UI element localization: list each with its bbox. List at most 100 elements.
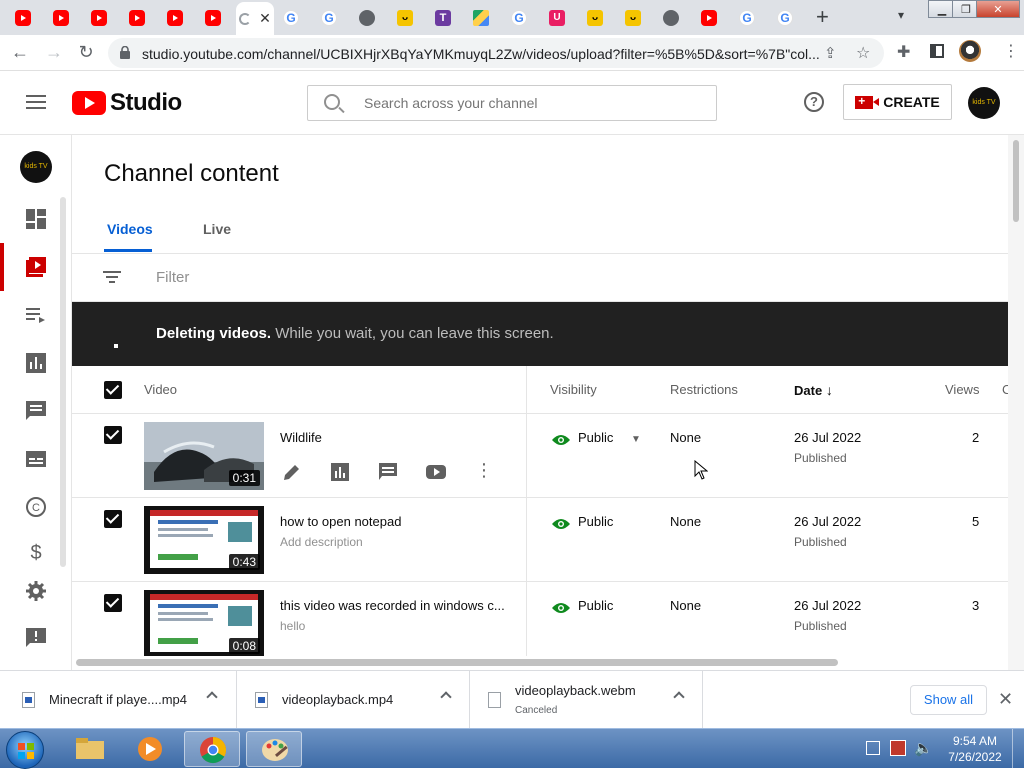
video-title[interactable]: how to open notepad <box>280 514 512 529</box>
video-description[interactable]: hello <box>280 619 305 633</box>
table-row[interactable]: 0:43 how to open notepad Add description… <box>72 498 1008 582</box>
subtitles-icon[interactable] <box>25 448 47 470</box>
chrome-taskbar-icon[interactable] <box>184 731 240 767</box>
tab-close-icon[interactable]: ✕ <box>259 10 271 27</box>
browser-tab[interactable]: ᴗ <box>576 4 614 31</box>
column-views[interactable]: Views <box>945 382 979 397</box>
download-item[interactable]: videoplayback.mp4 <box>237 671 470 729</box>
browser-tab[interactable]: ᴗ <box>386 4 424 31</box>
channel-avatar[interactable]: kids TV <box>968 87 1000 119</box>
hamburger-menu-icon[interactable] <box>26 95 46 109</box>
action-center-flag-icon[interactable] <box>866 741 880 755</box>
playlists-icon[interactable] <box>25 304 47 326</box>
select-all-checkbox[interactable] <box>104 381 122 399</box>
paint-taskbar-icon[interactable] <box>246 731 302 767</box>
row-checkbox[interactable] <box>104 510 122 528</box>
omnibox[interactable]: studio.youtube.com/channel/UCBIXHjrXBqYa… <box>108 38 884 68</box>
comments-icon[interactable] <box>25 400 47 422</box>
new-tab-button[interactable]: + <box>816 4 829 30</box>
browser-tab[interactable] <box>194 4 232 31</box>
browser-tab[interactable] <box>348 4 386 31</box>
show-desktop-button[interactable] <box>1012 729 1024 769</box>
video-title[interactable]: this video was recorded in windows c... <box>280 598 512 613</box>
close-shelf-icon[interactable]: ✕ <box>998 689 1013 710</box>
tab-live[interactable]: Live <box>203 221 231 237</box>
video-thumbnail[interactable]: 0:43 <box>144 506 264 574</box>
browser-tab[interactable]: U <box>538 4 576 31</box>
help-icon[interactable]: ? <box>804 92 824 112</box>
chevron-up-icon[interactable] <box>440 691 452 703</box>
tab-search-chevron-icon[interactable]: ▾ <box>898 8 904 22</box>
side-panel-icon[interactable] <box>930 44 944 58</box>
browser-tab[interactable]: ᴗ <box>614 4 652 31</box>
chevron-up-icon[interactable] <box>673 691 685 703</box>
url-text[interactable]: studio.youtube.com/channel/UCBIXHjrXBqYa… <box>142 46 822 62</box>
explorer-taskbar-icon[interactable] <box>62 731 118 767</box>
download-item[interactable]: Minecraft if playe....mp4 <box>0 671 237 729</box>
browser-tab[interactable] <box>118 4 156 31</box>
video-title[interactable]: Wildlife <box>280 430 512 445</box>
comments-icon[interactable] <box>378 462 398 482</box>
content-icon[interactable] <box>25 256 47 278</box>
browser-tab[interactable] <box>462 4 500 31</box>
youtube-watch-icon[interactable] <box>426 462 446 482</box>
copyright-icon[interactable]: C <box>25 496 47 518</box>
rail-scrollbar[interactable] <box>60 197 66 567</box>
rail-channel-avatar[interactable]: kids TV <box>20 151 52 183</box>
forward-icon[interactable]: → <box>44 42 64 63</box>
browser-tab[interactable]: G <box>728 4 766 31</box>
youtube-studio-logo[interactable]: Studio <box>72 89 182 117</box>
share-icon[interactable]: ⇪ <box>824 44 837 62</box>
clock-date[interactable]: 7/26/2022 <box>940 750 1010 764</box>
extensions-puzzle-icon[interactable]: ✚ <box>897 42 910 62</box>
visibility-dropdown[interactable]: Public ▼ <box>578 430 641 445</box>
show-all-downloads-button[interactable]: Show all <box>910 685 987 715</box>
analytics-icon[interactable] <box>330 462 350 482</box>
table-row[interactable]: 0:08 this video was recorded in windows … <box>72 582 1008 656</box>
browser-tab[interactable] <box>4 4 42 31</box>
browser-tab[interactable]: G <box>272 4 310 31</box>
search-input[interactable] <box>364 95 684 111</box>
earn-dollar-icon[interactable]: $ <box>25 542 47 564</box>
visibility-value[interactable]: Public <box>578 598 613 613</box>
media-player-taskbar-icon[interactable] <box>122 731 178 767</box>
chevron-up-icon[interactable] <box>206 691 218 703</box>
column-date[interactable]: Date ↓ <box>794 382 833 398</box>
browser-tab[interactable] <box>690 4 728 31</box>
profile-avatar[interactable] <box>959 40 981 62</box>
table-row[interactable]: 0:31 Wildlife ⋮ Public ▼ None 26 Jul 202… <box>72 414 1008 498</box>
reload-icon[interactable]: ↻ <box>76 42 96 63</box>
browser-tab[interactable]: G <box>766 4 804 31</box>
bookmark-star-icon[interactable]: ☆ <box>856 43 870 63</box>
filter-icon[interactable] <box>103 271 121 283</box>
browser-tab[interactable]: G <box>310 4 348 31</box>
clock-time[interactable]: 9:54 AM <box>945 734 1005 748</box>
create-button[interactable]: CREATE <box>843 84 952 120</box>
window-close-button[interactable]: ✕ <box>976 0 1020 18</box>
video-thumbnail[interactable]: 0:08 <box>144 590 264 656</box>
dashboard-icon[interactable] <box>25 208 47 230</box>
browser-tab-active[interactable]: ✕ <box>236 2 274 35</box>
browser-menu-icon[interactable]: ⋮ <box>1003 41 1019 61</box>
tab-videos[interactable]: Videos <box>107 221 153 237</box>
browser-tab[interactable] <box>156 4 194 31</box>
analytics-icon[interactable] <box>25 352 47 374</box>
column-visibility[interactable]: Visibility <box>550 382 597 397</box>
back-icon[interactable]: ← <box>10 42 30 63</box>
more-options-icon[interactable]: ⋮ <box>474 460 494 480</box>
filter-input[interactable]: Filter <box>156 269 189 286</box>
vertical-scrollbar-thumb[interactable] <box>1013 140 1019 222</box>
video-thumbnail[interactable]: 0:31 <box>144 422 264 490</box>
browser-tab[interactable] <box>80 4 118 31</box>
feedback-icon[interactable] <box>25 627 47 649</box>
edit-pencil-icon[interactable] <box>282 462 302 482</box>
video-description[interactable]: Add description <box>280 535 363 549</box>
horizontal-scrollbar[interactable] <box>76 659 838 666</box>
volume-icon[interactable]: 🔈 <box>914 739 933 757</box>
download-item[interactable]: videoplayback.webm Canceled <box>470 671 703 729</box>
row-checkbox[interactable] <box>104 594 122 612</box>
settings-icon[interactable] <box>25 580 47 602</box>
network-icon[interactable] <box>890 740 906 756</box>
browser-tab[interactable]: T <box>424 4 462 31</box>
browser-tab[interactable] <box>42 4 80 31</box>
